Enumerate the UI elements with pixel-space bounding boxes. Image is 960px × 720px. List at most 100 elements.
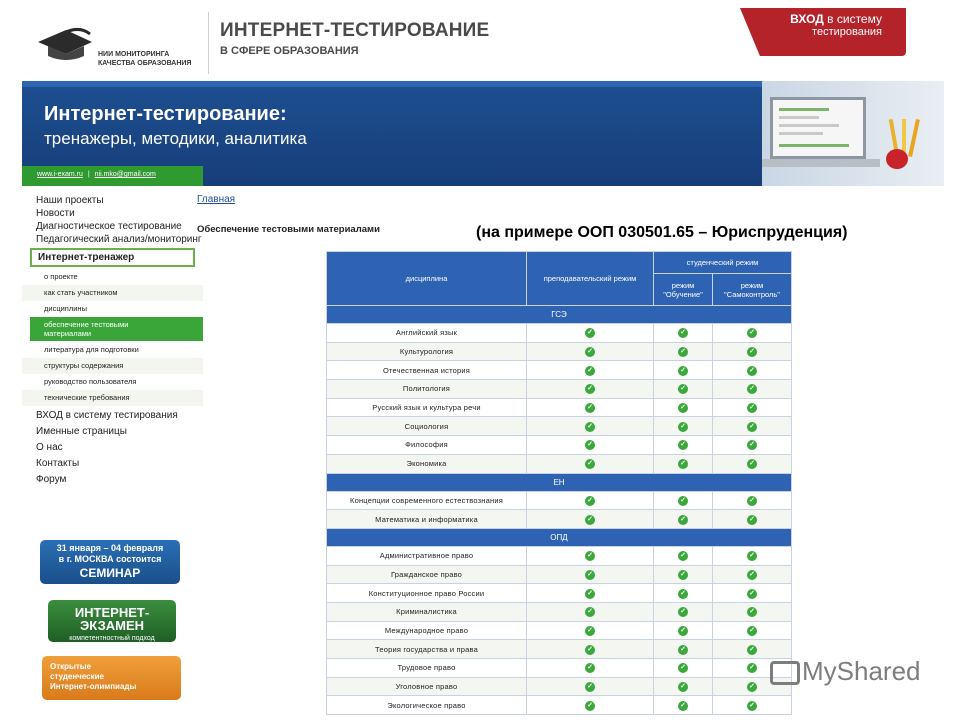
- discipline-name: Конституционное право России: [326, 583, 527, 603]
- sidebar-subitem-materials[interactable]: обеспечение тестовыми материалами: [30, 317, 203, 341]
- discipline-name: Русский язык и культура речи: [326, 397, 527, 418]
- availability-cell: ✓: [653, 397, 713, 418]
- check-icon: ✓: [585, 495, 595, 506]
- discipline-name: Международное право: [326, 620, 527, 641]
- sidebar-subitem-manual[interactable]: руководство пользователя: [22, 374, 203, 390]
- seminar-date: 31 января – 04 февраля: [56, 543, 164, 553]
- logo-line-2: КАЧЕСТВА ОБРАЗОВАНИЯ: [98, 60, 192, 67]
- table-row: Отечественная история ✓ ✓ ✓: [326, 360, 792, 381]
- check-icon: ✓: [585, 588, 595, 599]
- availability-cell: ✓: [653, 323, 713, 343]
- sidebar-nav: Наши проекты Новости Диагностическое тес…: [22, 194, 203, 488]
- sidebar-item-about-us[interactable]: О нас: [22, 440, 203, 456]
- logo-text: НИИ МОНИТОРИНГА КАЧЕСТВА ОБРАЗОВАНИЯ: [98, 50, 191, 68]
- sidebar-item-news[interactable]: Новости: [22, 207, 203, 220]
- discipline-name: Теория государства и права: [326, 639, 527, 659]
- check-icon: ✓: [585, 700, 595, 711]
- login-button[interactable]: ВХОД в систему тестирования: [740, 8, 906, 56]
- availability-cell: ✓: [526, 453, 654, 474]
- sidebar-item-contacts[interactable]: Контакты: [22, 456, 203, 472]
- availability-cell: ✓: [653, 564, 713, 585]
- login-line-2: тестирования: [812, 26, 882, 38]
- seminar-title: СЕМИНАР: [79, 566, 141, 580]
- availability-cell: ✓: [712, 545, 792, 566]
- check-icon: ✓: [585, 459, 595, 470]
- site-logo[interactable]: НИИ МОНИТОРИНГА КАЧЕСТВА ОБРАЗОВАНИЯ: [36, 20, 206, 70]
- availability-cell: ✓: [712, 435, 792, 455]
- sidebar-subitem-literature[interactable]: литература для подготовки: [22, 341, 203, 358]
- email-link[interactable]: nii.mko@gmail.com: [95, 171, 156, 178]
- check-icon: ✓: [585, 328, 595, 339]
- availability-cell: ✓: [653, 453, 713, 474]
- site-title: ИНТЕРНЕТ-ТЕСТИРОВАНИЕ: [220, 20, 490, 41]
- breadcrumb-home[interactable]: Главная: [197, 194, 235, 205]
- sidebar-subitem-disciplines[interactable]: дисциплины: [22, 301, 203, 317]
- pencil-icon: [908, 118, 920, 158]
- sidebar-item-analysis[interactable]: Педагогический анализ/мониторинг: [22, 233, 203, 246]
- availability-cell: ✓: [526, 620, 654, 641]
- availability-cell: ✓: [653, 658, 713, 678]
- availability-cell: ✓: [526, 341, 654, 362]
- internet-exam-banner[interactable]: ИНТЕРНЕТ-ЭКЗАМЕН компетентностный подход: [48, 600, 176, 642]
- sidebar-item-projects[interactable]: Наши проекты: [22, 194, 203, 207]
- check-icon: ✓: [747, 551, 757, 562]
- check-icon: ✓: [747, 607, 757, 618]
- sidebar-item-named-pages[interactable]: Именные страницы: [22, 424, 203, 440]
- exam-title: ИНТЕРНЕТ-ЭКЗАМЕН: [74, 605, 150, 633]
- check-icon: ✓: [678, 588, 688, 599]
- table-row: Гражданское право ✓ ✓ ✓: [326, 564, 792, 585]
- sidebar: www.i-exam.ru | nii.mko@gmail.com Наши п…: [22, 166, 203, 720]
- availability-cell: ✓: [712, 695, 792, 716]
- table-row: Русский язык и культура речи ✓ ✓ ✓: [326, 397, 792, 418]
- check-icon: ✓: [678, 625, 688, 636]
- availability-cell: ✓: [526, 397, 654, 418]
- olympiad-banner[interactable]: Открытые студенческие Интернет-олимпиады: [42, 656, 181, 700]
- sidebar-subitem-structures[interactable]: структуры содержания: [22, 358, 203, 374]
- check-icon: ✓: [585, 663, 595, 674]
- col-header-student: студенческий режим: [653, 251, 792, 274]
- check-icon: ✓: [678, 644, 688, 655]
- check-icon: ✓: [678, 403, 688, 414]
- check-icon: ✓: [585, 682, 595, 693]
- check-icon: ✓: [747, 365, 757, 376]
- availability-cell: ✓: [712, 490, 792, 511]
- discipline-name: Английский язык: [326, 323, 527, 343]
- availability-cell: ✓: [653, 490, 713, 511]
- seminar-banner[interactable]: 31 января – 04 февраля в г. МОСКВА состо…: [40, 540, 180, 584]
- sidebar-item-forum[interactable]: Форум: [22, 472, 203, 488]
- table-row: Конституционное право России ✓ ✓ ✓: [326, 583, 792, 603]
- sidebar-subitem-join[interactable]: как стать участником: [22, 285, 203, 301]
- discipline-name: Отечественная история: [326, 360, 527, 381]
- discipline-name: Гражданское право: [326, 564, 527, 585]
- check-icon: ✓: [747, 421, 757, 432]
- col-header-self: режим "Самоконтроль": [712, 273, 792, 306]
- contact-bar: www.i-exam.ru | nii.mko@gmail.com: [22, 166, 203, 186]
- col-header-learn: режим "Обучение": [653, 273, 713, 306]
- availability-cell: ✓: [712, 341, 792, 362]
- availability-cell: ✓: [712, 509, 792, 529]
- laptop-screen: [770, 97, 866, 159]
- discipline-name: Политология: [326, 379, 527, 399]
- table-row: Английский язык ✓ ✓ ✓: [326, 323, 792, 343]
- sidebar-subitem-requirements[interactable]: технические требования: [22, 390, 203, 406]
- availability-cell: ✓: [526, 695, 654, 716]
- availability-cell: ✓: [653, 583, 713, 603]
- check-icon: ✓: [747, 625, 757, 636]
- discipline-name: Уголовное право: [326, 676, 527, 697]
- check-icon: ✓: [585, 421, 595, 432]
- check-icon: ✓: [678, 514, 688, 525]
- banner-subtitle: тренажеры, методики, аналитика: [44, 129, 307, 148]
- availability-cell: ✓: [526, 639, 654, 659]
- home-link[interactable]: www.i-exam.ru: [37, 171, 83, 178]
- availability-cell: ✓: [653, 601, 713, 622]
- availability-cell: ✓: [653, 509, 713, 529]
- sidebar-subitem-about[interactable]: о проекте: [22, 269, 203, 285]
- sidebar-item-diagnostic[interactable]: Диагностическое тестирование: [22, 220, 203, 233]
- sidebar-item-login[interactable]: ВХОД в систему тестирования: [22, 408, 203, 424]
- discipline-name: Социология: [326, 416, 527, 437]
- check-icon: ✓: [678, 328, 688, 339]
- discipline-name: Криминалистика: [326, 601, 527, 622]
- table-row: Концепции современного естествознания ✓ ✓ ✓: [326, 490, 792, 511]
- sidebar-item-trainer[interactable]: Интернет-тренажер: [30, 248, 195, 267]
- slide: НИИ МОНИТОРИНГА КАЧЕСТВА ОБРАЗОВАНИЯ ИНТ…: [0, 0, 960, 720]
